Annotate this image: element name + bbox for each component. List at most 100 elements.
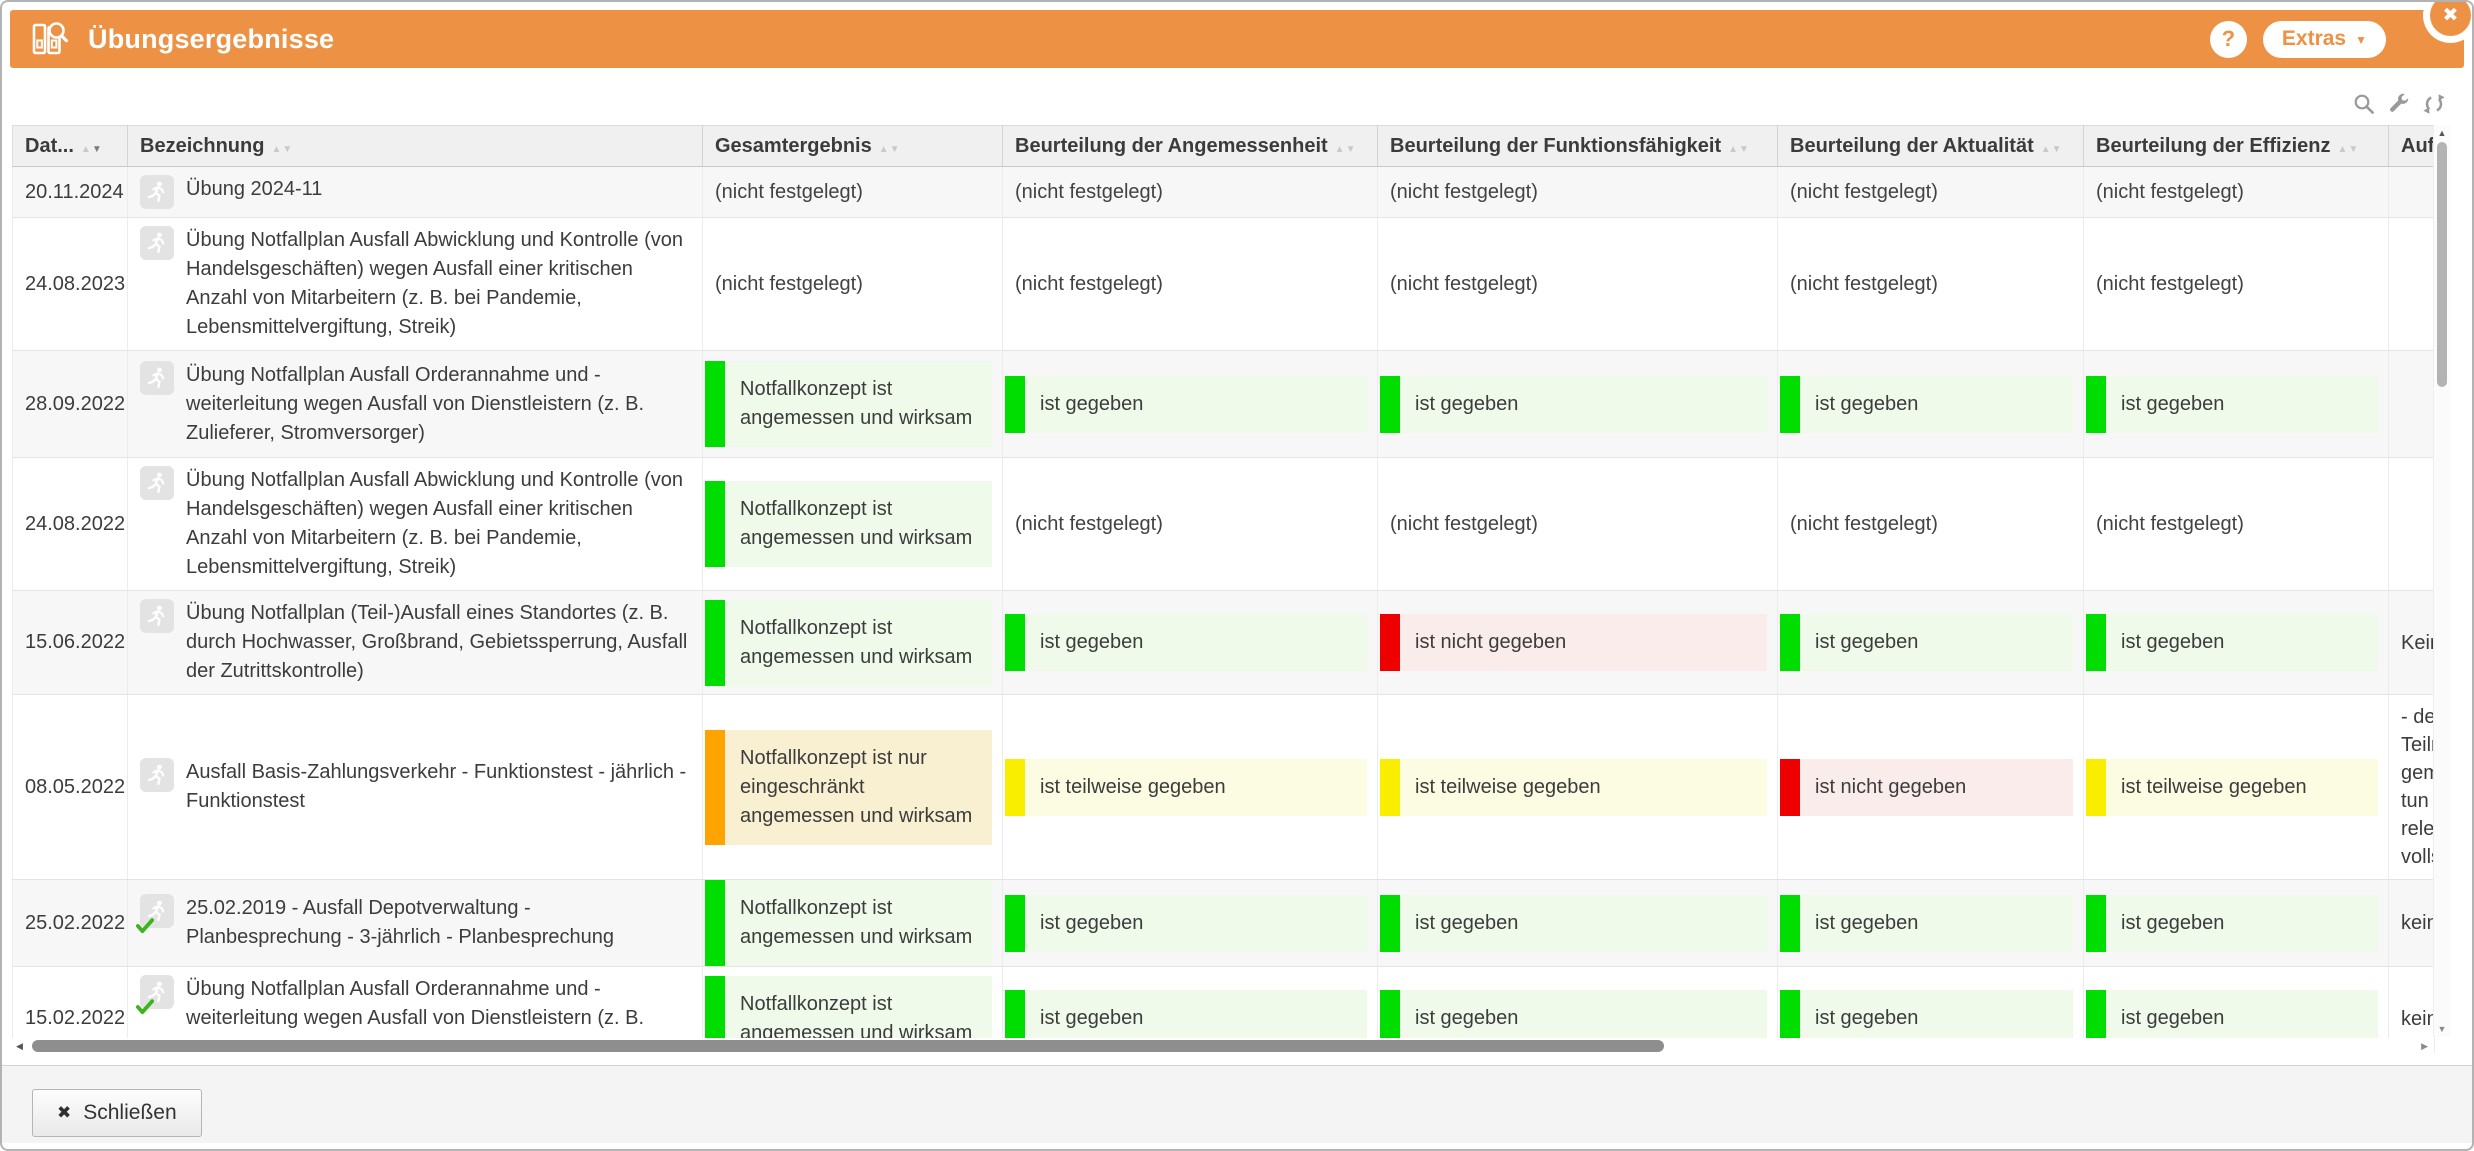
- status-text: ist gegeben: [1400, 376, 1767, 433]
- status-cell: (nicht festgelegt): [1003, 167, 1378, 218]
- status-cell: (nicht festgelegt): [2084, 218, 2389, 351]
- exercise-icon: [140, 975, 174, 1009]
- search-icon[interactable]: [2352, 92, 2376, 116]
- results-table: Dat...▲▼Bezeichnung▲▼Gesamtergebnis▲▼Beu…: [12, 125, 2435, 1054]
- notes-text: tun ha: [2389, 787, 2434, 815]
- table-row[interactable]: 15.06.2022Übung Notfallplan (Teil-)Ausfa…: [13, 591, 2435, 695]
- scroll-down-icon[interactable]: ▼: [2434, 1024, 2450, 1034]
- table-row[interactable]: 25.02.202225.02.2019 - Ausfall Depotverw…: [13, 880, 2435, 967]
- column-header-1[interactable]: Dat...▲▼: [13, 126, 128, 167]
- status-text: (nicht festgelegt): [2084, 181, 2388, 204]
- status-color-bar: [1005, 895, 1025, 952]
- table-row[interactable]: 20.11.2024 Übung 2024-11 (nicht festgelegt…: [13, 167, 2435, 218]
- status-cell: ist gegeben: [1003, 351, 1378, 458]
- date-cell: 08.05.2022: [13, 695, 128, 880]
- scroll-right-icon[interactable]: ▶: [2421, 1038, 2428, 1054]
- status-cell: (nicht festgelegt): [1378, 458, 1778, 591]
- close-button[interactable]: ✖: [2430, 0, 2471, 36]
- status-cell: ist gegeben: [1378, 351, 1778, 458]
- status-text: ist gegeben: [1025, 895, 1367, 952]
- header-row: Dat...▲▼Bezeichnung▲▼Gesamtergebnis▲▼Beu…: [13, 126, 2435, 167]
- horizontal-scrollbar-thumb[interactable]: [32, 1040, 1664, 1052]
- grid-toolbar: [2352, 92, 2446, 116]
- status-badge: ist teilweise gegeben: [1380, 759, 1767, 816]
- name-cell: Übung 2024-11: [128, 167, 703, 218]
- status-cell: ist teilweise gegeben: [2084, 695, 2389, 880]
- status-cell: ist gegeben: [1778, 351, 2084, 458]
- status-cell: Notfallkonzept ist angemessen und wirksa…: [703, 591, 1003, 695]
- status-text: ist gegeben: [1025, 376, 1367, 433]
- extras-button[interactable]: Extras ▼: [2263, 21, 2386, 58]
- table-row[interactable]: 08.05.2022Ausfall Basis-Zahlungsverkehr …: [13, 695, 2435, 880]
- column-header-8[interactable]: Aufge▲▼: [2389, 126, 2435, 167]
- date-cell: 25.02.2022: [13, 880, 128, 967]
- table-row[interactable]: 24.08.2022Übung Notfallplan Ausfall Abwi…: [13, 458, 2435, 591]
- date-text: 28.09.2022: [13, 393, 127, 416]
- status-text: ist gegeben: [2106, 376, 2378, 433]
- status-badge: ist gegeben: [1780, 895, 2073, 952]
- date-cell: 24.08.2023: [13, 218, 128, 351]
- notes-text: releva: [2389, 815, 2434, 843]
- sort-icons: ▲▼: [271, 144, 293, 155]
- sort-asc-icon: ▲: [271, 144, 282, 155]
- status-text: Notfallkonzept ist angemessen und wirksa…: [725, 361, 992, 447]
- status-badge: ist gegeben: [1380, 895, 1767, 952]
- exercise-icon: [140, 466, 174, 500]
- column-header-label: Beurteilung der Aktualität: [1790, 135, 2034, 157]
- status-badge: ist gegeben: [1005, 376, 1367, 433]
- status-cell: (nicht festgelegt): [703, 167, 1003, 218]
- scroll-up-icon[interactable]: ▲: [2434, 128, 2450, 138]
- scroll-left-icon[interactable]: ◀: [16, 1038, 23, 1054]
- column-header-2[interactable]: Bezeichnung▲▼: [128, 126, 703, 167]
- sort-asc-icon: ▲: [879, 144, 890, 155]
- column-header-3[interactable]: Gesamtergebnis▲▼: [703, 126, 1003, 167]
- sort-desc-icon: ▼: [2348, 144, 2359, 155]
- notes-cell: [2389, 458, 2435, 591]
- status-color-bar: [705, 880, 725, 966]
- status-badge: ist teilweise gegeben: [2086, 759, 2378, 816]
- table-row[interactable]: 24.08.2023Übung Notfallplan Ausfall Abwi…: [13, 218, 2435, 351]
- notes-text: - der N: [2389, 703, 2434, 731]
- status-text: Notfallkonzept ist nur eingeschränkt ang…: [725, 730, 992, 845]
- wrench-icon[interactable]: [2387, 92, 2411, 116]
- status-badge: ist gegeben: [1005, 614, 1367, 671]
- status-text: (nicht festgelegt): [2084, 513, 2388, 536]
- column-header-4[interactable]: Beurteilung der Angemessenheit▲▼: [1003, 126, 1378, 167]
- status-text: (nicht festgelegt): [1378, 181, 1777, 204]
- status-cell: Notfallkonzept ist nur eingeschränkt ang…: [703, 695, 1003, 880]
- sort-icons: ▲▼: [1728, 144, 1750, 155]
- refresh-icon[interactable]: [2422, 92, 2446, 116]
- notes-cell: [2389, 351, 2435, 458]
- status-text: (nicht festgelegt): [1003, 273, 1377, 296]
- status-text: ist gegeben: [1025, 614, 1367, 671]
- vertical-scrollbar[interactable]: ▲ ▼: [2433, 125, 2450, 1037]
- schliessen-button[interactable]: ✖ Schließen: [32, 1089, 202, 1137]
- vertical-scrollbar-thumb[interactable]: [2437, 142, 2447, 387]
- name-cell: Übung Notfallplan Ausfall Orderannahme u…: [128, 351, 703, 458]
- exercise-name: Übung 2024-11: [186, 175, 322, 204]
- table-row[interactable]: 28.09.2022Übung Notfallplan Ausfall Orde…: [13, 351, 2435, 458]
- notes-cell: Keine: [2389, 591, 2435, 695]
- title-bar: Übungsergebnisse ? Extras ▼: [10, 10, 2464, 68]
- status-badge: Notfallkonzept ist angemessen und wirksa…: [705, 880, 992, 966]
- status-cell: ist nicht gegeben: [1778, 695, 2084, 880]
- close-x-icon: ✖: [57, 1103, 71, 1123]
- column-header-6[interactable]: Beurteilung der Aktualität▲▼: [1778, 126, 2084, 167]
- column-header-5[interactable]: Beurteilung der Funktionsfähigkeit▲▼: [1378, 126, 1778, 167]
- status-cell: ist gegeben: [1003, 591, 1378, 695]
- help-button[interactable]: ?: [2210, 21, 2247, 58]
- status-cell: (nicht festgelegt): [2084, 458, 2389, 591]
- status-cell: (nicht festgelegt): [1378, 167, 1778, 218]
- status-text: (nicht festgelegt): [1003, 513, 1377, 536]
- status-cell: ist nicht gegeben: [1378, 591, 1778, 695]
- check-icon: [136, 918, 154, 934]
- status-cell: ist gegeben: [1778, 591, 2084, 695]
- sort-icons: ▲▼: [2337, 144, 2359, 155]
- notes-text: keine: [2389, 909, 2434, 937]
- date-text: 24.08.2023: [13, 273, 127, 296]
- column-header-7[interactable]: Beurteilung der Effizienz▲▼: [2084, 126, 2389, 167]
- date-cell: 20.11.2024: [13, 167, 128, 218]
- horizontal-scrollbar[interactable]: ◀ ▶: [12, 1038, 2434, 1054]
- date-text: 15.02.2022: [13, 1007, 127, 1030]
- status-badge: ist nicht gegeben: [1780, 759, 2073, 816]
